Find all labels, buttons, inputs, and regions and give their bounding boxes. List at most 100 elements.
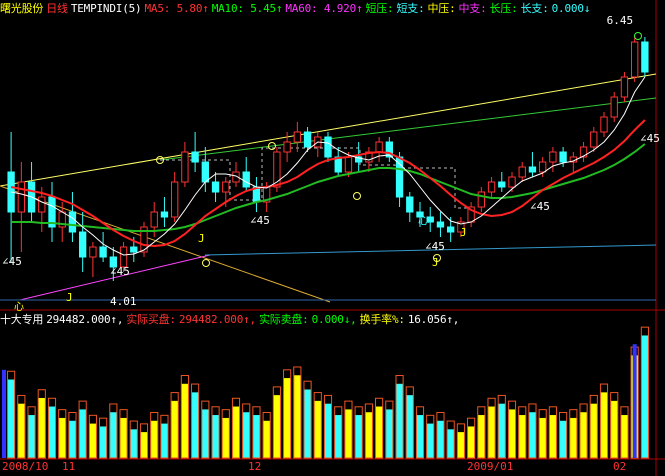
volume-bar <box>99 426 107 459</box>
volume-bar <box>426 423 435 459</box>
candle-body <box>446 226 455 233</box>
volume-bar <box>497 403 506 459</box>
volume-bar <box>181 383 189 459</box>
angle-marker: ∠45 <box>530 200 550 213</box>
buy-value: 294482.000↑, <box>178 313 256 326</box>
angle-marker: ∠45 <box>110 265 130 278</box>
candle-body <box>211 181 220 193</box>
volume-bar <box>589 403 598 459</box>
candle-body <box>518 166 526 178</box>
date-label-2008-10: 2008/10 <box>2 460 49 473</box>
candle-body <box>630 41 639 78</box>
angle-marker: ∠45 <box>250 214 270 227</box>
candle-body <box>375 141 383 153</box>
volume-bar <box>610 400 619 459</box>
candle-body <box>538 161 547 173</box>
high-price-label: 6.45 <box>607 14 634 27</box>
candle-body <box>436 221 445 228</box>
volume-bar <box>375 406 383 459</box>
volume-bar <box>58 417 67 459</box>
volume-bar <box>457 432 465 459</box>
period-label[interactable]: 日线 <box>46 2 68 15</box>
candle-body <box>590 131 598 148</box>
turnover-label: 换手率%: <box>359 313 405 326</box>
candle-body <box>487 181 496 193</box>
volume-bar <box>160 423 169 459</box>
candle-body <box>78 231 87 258</box>
volume-bar <box>283 378 291 459</box>
turnover-value: 16.056↑, <box>407 313 460 326</box>
candle-body <box>191 151 199 163</box>
volume-bar <box>170 400 179 459</box>
volume-bar <box>416 415 424 459</box>
candle-body <box>130 246 138 253</box>
volume-bar <box>385 409 394 459</box>
volume-bar <box>140 432 148 459</box>
volume-bar <box>528 412 537 459</box>
sell-value: 0.000↓, <box>311 313 357 326</box>
volume-bar <box>324 403 332 459</box>
candle-body <box>170 181 179 218</box>
volume-bar <box>559 420 567 459</box>
long-pressure-label: 长压: <box>489 2 518 15</box>
volume-bar <box>600 392 608 459</box>
candle-body <box>559 151 567 163</box>
long-pressure-trendline <box>0 73 657 187</box>
cross-marker: J <box>460 226 467 239</box>
chart-stage: 6.45 4.01 ∠45 ∠45 ∠45 ∠45 ∠45 ∠45 J J J J 心心 曙光股份 日线 T… <box>0 0 665 476</box>
volume-bar <box>303 389 312 459</box>
pivot-marker <box>353 192 361 200</box>
volume-bar <box>313 400 322 459</box>
volume-bar <box>477 415 486 459</box>
volume-bar <box>7 379 15 459</box>
volume-bar <box>273 395 281 459</box>
volume-header: 十大专用 294482.000↑, 实际买盘: 294482.000↑, 实际卖盘: 0.… <box>0 313 462 327</box>
ma10-value: MA10: 5.45↑ <box>211 2 283 15</box>
indicator-name: TEMPINDI(5) <box>70 2 142 15</box>
long-support-value: 0.000↓ <box>551 2 591 15</box>
date-label-11: 11 <box>62 460 76 473</box>
candle-body <box>600 116 608 133</box>
volume-bar <box>365 412 373 459</box>
short-pressure-label: 短压: <box>365 2 394 15</box>
candle-body <box>242 171 250 188</box>
volume-bar <box>232 406 240 459</box>
volume-bar <box>518 415 527 459</box>
volume-highlight-bar <box>632 344 637 458</box>
candle-body <box>222 181 230 193</box>
candle-body <box>508 176 516 188</box>
candle-body <box>528 166 537 173</box>
volume-bar <box>78 409 87 459</box>
mid-support-label: 中支: <box>458 2 487 15</box>
cross-marker: J <box>66 291 73 304</box>
volume-bar <box>150 420 159 459</box>
volume-bar <box>89 423 97 459</box>
candle-body <box>89 246 97 258</box>
candle-body <box>303 131 312 148</box>
volume-bar <box>17 403 26 459</box>
volume-bar <box>68 420 77 459</box>
volume-bar <box>27 415 36 459</box>
sell-label: 实际卖盘: <box>258 313 309 326</box>
volume-total: 294482.000↑, <box>46 313 124 326</box>
volume-bar <box>191 392 199 459</box>
date-label-12: 12 <box>248 460 262 473</box>
volume-bar <box>37 398 46 459</box>
candle-body <box>181 151 189 183</box>
candle-body <box>498 181 506 188</box>
candle-body <box>641 41 649 73</box>
short-support-label: 短支: <box>396 2 425 15</box>
candle-body <box>395 156 404 198</box>
volume-bar <box>569 417 578 459</box>
volume-bar <box>211 415 220 459</box>
volume-bar <box>252 415 261 459</box>
candle-body <box>344 156 353 173</box>
volume-bar <box>201 409 210 459</box>
heart-marker: 心 <box>14 301 24 313</box>
mid-pressure-label: 中压: <box>427 2 456 15</box>
candle-body <box>293 131 302 143</box>
volume-bar <box>641 335 649 459</box>
volume-bar <box>119 417 128 459</box>
volume-bar <box>508 409 516 459</box>
candle-body <box>150 211 158 228</box>
